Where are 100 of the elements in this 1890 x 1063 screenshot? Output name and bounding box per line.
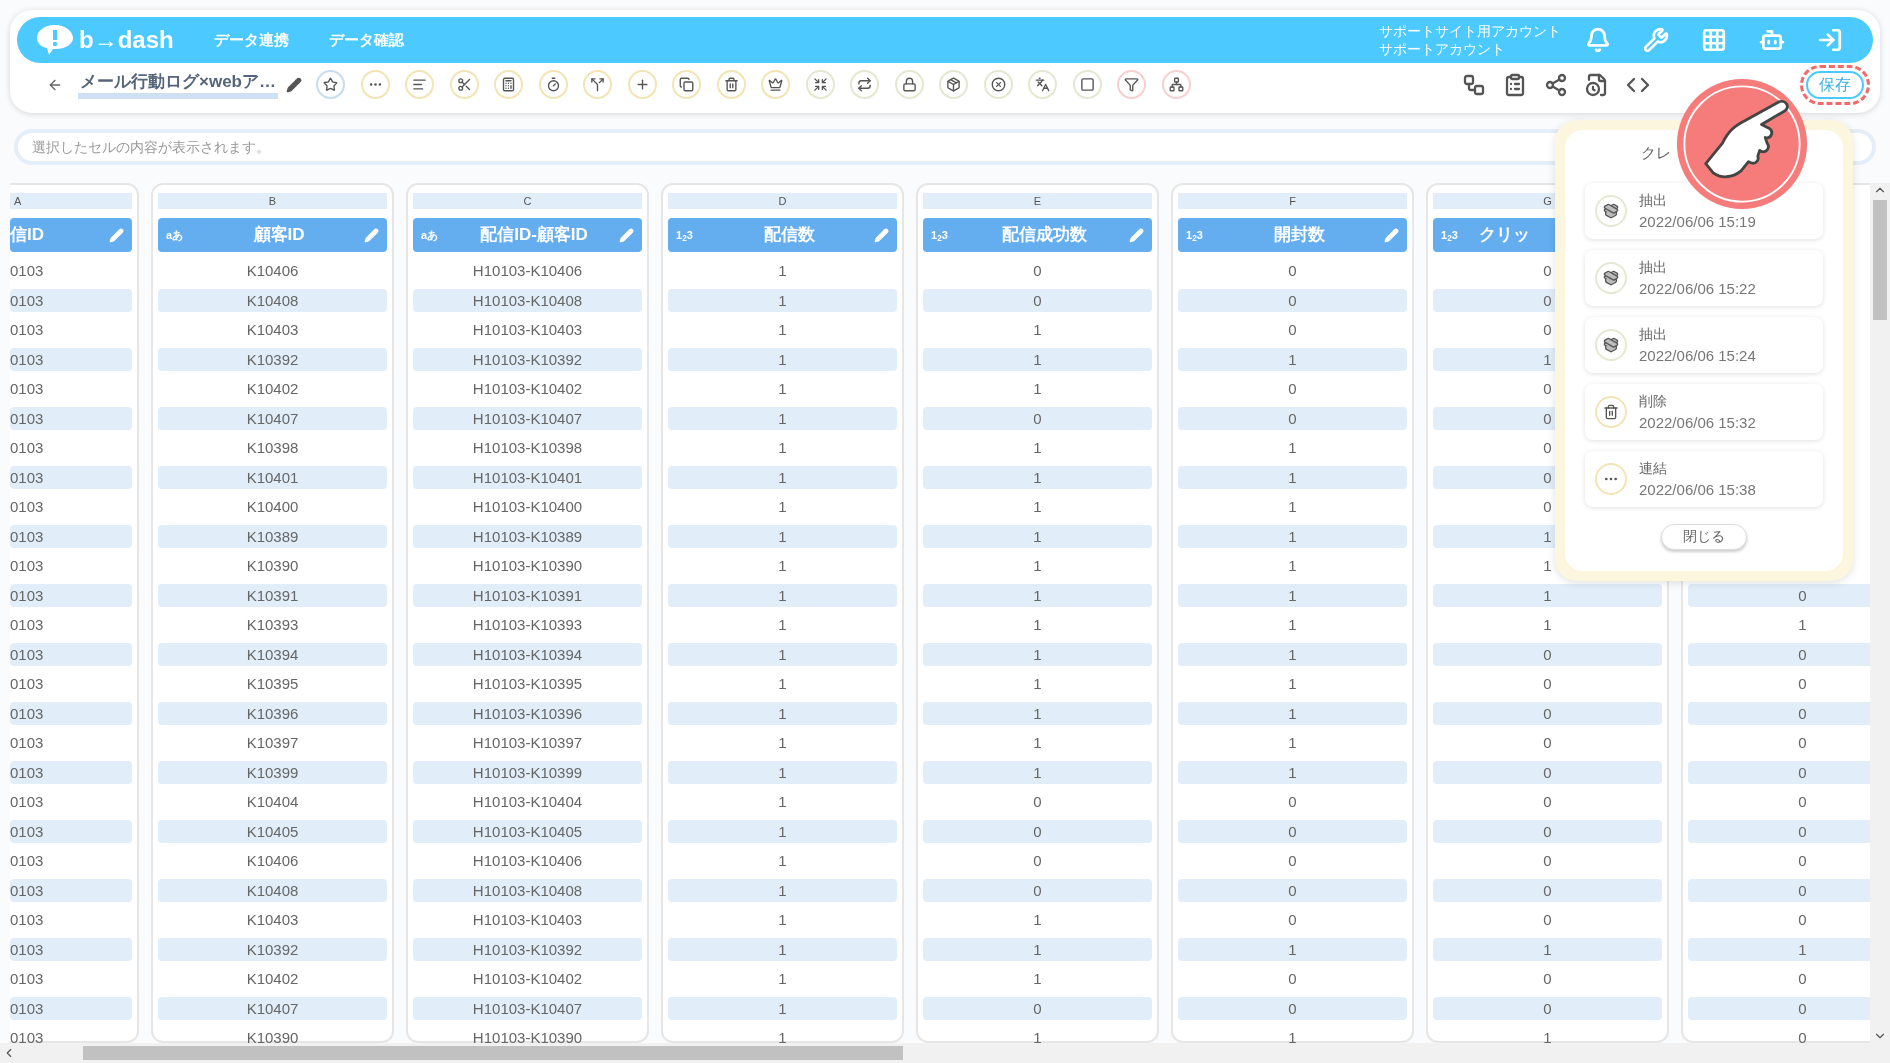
share-icon[interactable] (1544, 72, 1568, 97)
table-cell-text: 0 (1288, 320, 1297, 340)
table-cell-text: H10103-K10408 (472, 880, 583, 901)
flow-icon[interactable] (1462, 72, 1486, 97)
table-cell-text: 1 (1288, 585, 1297, 606)
table-cell-text: H10103-K10407 (472, 408, 583, 429)
history-time: 2022/06/06 15:24 (1639, 345, 1756, 366)
table-cell-text: 0 (1543, 762, 1552, 783)
column-letter[interactable]: F (1178, 193, 1407, 209)
tool-button[interactable] (583, 70, 612, 99)
timer-icon (545, 77, 561, 92)
table-cell-text: H10103-K10397 (472, 733, 583, 753)
history-item[interactable]: 抽出 2022/06/06 15:24 (1585, 316, 1823, 373)
table-cell-text: 1 (1033, 526, 1042, 547)
table-cell-text: 1 (778, 821, 787, 842)
table-cell-text: 1 (778, 585, 787, 606)
table-cell-text: H10103-K10408 (472, 290, 583, 311)
clipboard-icon[interactable] (1503, 72, 1527, 97)
horizontal-scrollbar[interactable] (0, 1043, 1870, 1063)
tool-button[interactable] (1161, 70, 1191, 99)
table-cell-text: 0 (1798, 910, 1807, 930)
tool-button[interactable] (805, 70, 835, 99)
table-cell-text: 1 (1033, 910, 1042, 930)
tool-button[interactable] (672, 70, 701, 99)
table-cell-text: 0 (1543, 880, 1552, 901)
box-icon (1595, 194, 1627, 227)
table-cell-text: K10392 (246, 349, 299, 370)
file-history-icon[interactable] (1585, 72, 1609, 97)
table-cell-text: 1 (1288, 674, 1297, 694)
table-cell-text: 0103 (10, 792, 44, 812)
logo-icon (35, 23, 75, 57)
tool-button[interactable] (494, 70, 523, 99)
tool-button[interactable] (850, 70, 879, 99)
tool-button[interactable] (894, 70, 924, 99)
column-letter[interactable]: A (10, 193, 132, 209)
table-cell-text: 1 (1288, 939, 1297, 960)
column-letter[interactable]: E (923, 193, 1152, 209)
tool-button[interactable] (761, 70, 790, 99)
history-action: 抽出 (1639, 257, 1668, 277)
shrink-icon (812, 77, 828, 92)
column-letter[interactable]: C (413, 193, 642, 209)
column-name: クリッ (1479, 224, 1530, 247)
table-cell-text: H10103-K10401 (472, 467, 583, 488)
table-cell-text: 0 (1033, 290, 1042, 311)
tool-button[interactable] (405, 70, 434, 99)
plus-icon (634, 77, 650, 92)
table-cell-text: 0103 (10, 379, 44, 399)
square-icon (1079, 77, 1095, 92)
account-name: サポートサイト用アカウント (1379, 22, 1561, 40)
history-item[interactable]: 削除 2022/06/06 15:32 (1585, 383, 1823, 440)
table-cell-text: 0103 (10, 969, 44, 989)
table-cell-text: 1 (1288, 497, 1297, 517)
table-cell-text: K10398 (246, 438, 299, 458)
tool-button[interactable] (449, 70, 479, 99)
table-cell-text: 1 (778, 703, 787, 724)
table-cell-text: H10103-K10399 (472, 762, 583, 783)
tool-button[interactable] (716, 70, 746, 99)
table-cell-text: 0 (1288, 910, 1297, 930)
table-cell-text: 1 (1288, 556, 1297, 576)
table-cell-text: 1 (1798, 939, 1807, 960)
table-cell-text: K10400 (246, 497, 299, 517)
table-cell-text: H10103-K10402 (472, 969, 583, 989)
history-item[interactable]: 抽出 2022/06/06 15:22 (1585, 249, 1823, 306)
scroll-thumb[interactable] (83, 1046, 903, 1060)
table-cell-text: 0 (1798, 880, 1807, 901)
tool-button[interactable] (1117, 70, 1146, 99)
calculator-icon (501, 77, 516, 92)
table-cell-text: 0 (1288, 290, 1297, 311)
table-cell-text: H10103-K10403 (472, 320, 583, 340)
table-cell-text: 0103 (10, 910, 44, 930)
history-item[interactable]: 連結 2022/06/06 15:38 (1585, 450, 1823, 507)
column-letter[interactable]: B (158, 193, 387, 209)
tool-button[interactable] (983, 70, 1013, 99)
table-cell-text: 0 (1798, 733, 1807, 753)
table-cell-text: 0 (1798, 821, 1807, 842)
table-cell-text: 1 (1033, 320, 1042, 340)
close-button[interactable]: 閉じる (1661, 523, 1747, 550)
box-icon (1595, 261, 1627, 294)
table-cell-text: H10103-K10392 (472, 939, 583, 960)
history-time: 2022/06/06 15:22 (1639, 278, 1756, 299)
tool-button[interactable] (1028, 70, 1057, 99)
table-cell-text: 1 (778, 792, 787, 812)
table-cell-text: 0 (1033, 261, 1042, 281)
table-cell-text: K10403 (246, 320, 299, 340)
tool-button[interactable] (538, 70, 568, 99)
table-cell-text: K10389 (246, 526, 299, 547)
page-title[interactable]: メール行動ログ×webア… (78, 70, 278, 99)
table-cell-text: 0 (1543, 792, 1552, 812)
tool-button[interactable] (939, 70, 968, 99)
table-cell-text: H10103-K10389 (472, 526, 583, 547)
tool-button[interactable] (316, 70, 345, 99)
table-cell-text: 1 (1543, 585, 1552, 606)
tool-button[interactable] (1072, 70, 1102, 99)
table-cell-text: 0103 (10, 438, 44, 458)
account-name: サポートアカウント (1379, 40, 1506, 58)
scroll-thumb[interactable] (1873, 200, 1887, 320)
table-cell-text: H10103-K10403 (472, 910, 583, 930)
edit-icon[interactable] (286, 76, 302, 93)
column-letter[interactable]: D (668, 193, 897, 209)
vertical-scrollbar[interactable] (1870, 183, 1890, 1063)
